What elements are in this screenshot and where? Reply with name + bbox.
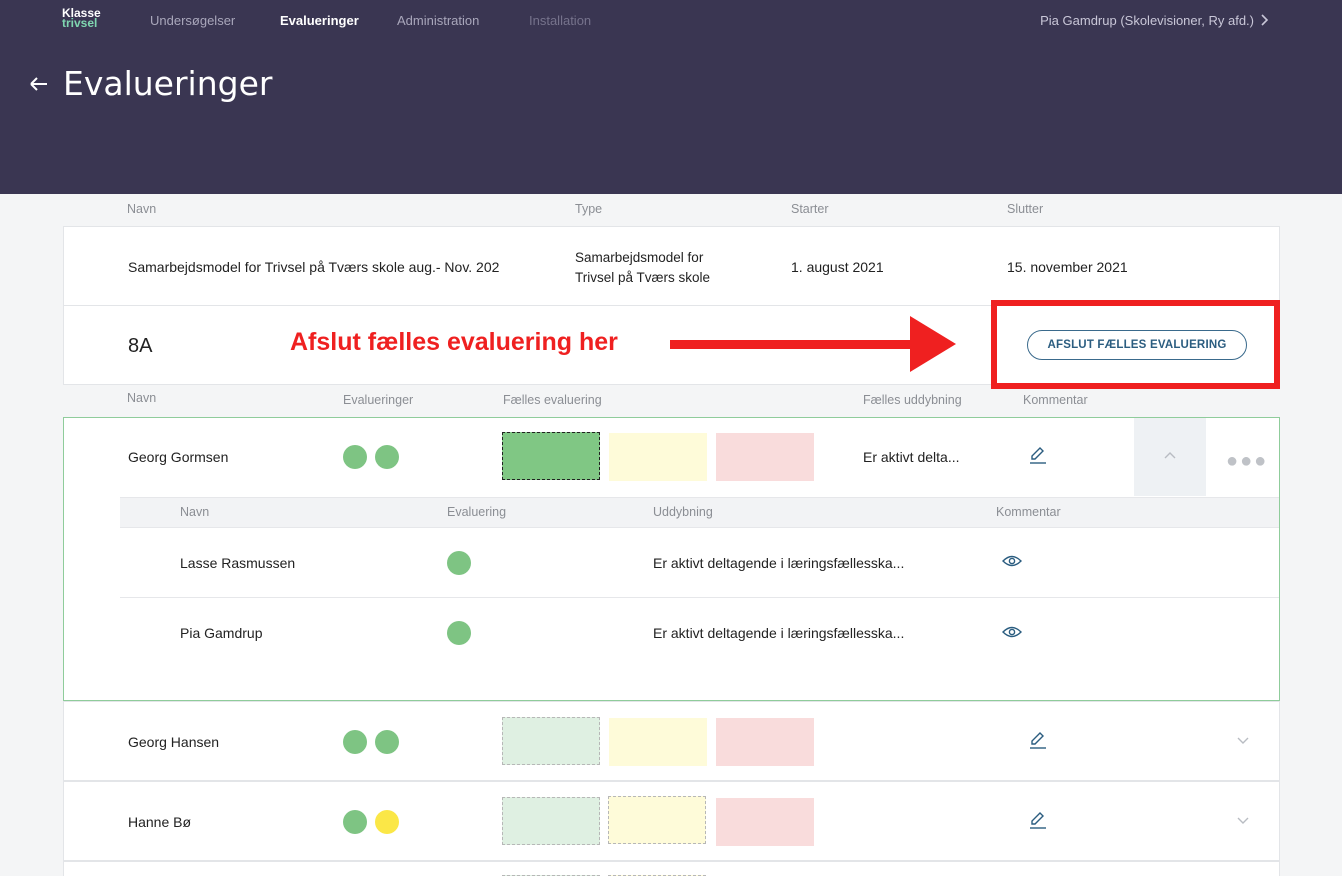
annotation-text: Afslut fælles evaluering her — [290, 328, 618, 356]
joint-elaboration-text: Er aktivt delta... — [863, 449, 960, 465]
student-row[interactable]: Hanne Bø — [63, 781, 1280, 861]
logo-line2: trivsel — [62, 16, 98, 30]
student-row[interactable] — [63, 861, 1280, 876]
evaluator-dot — [447, 551, 471, 575]
col-header-name: Navn — [127, 202, 157, 216]
eye-icon[interactable] — [1002, 553, 1022, 569]
evaluator-name: Pia Gamdrup — [180, 625, 263, 641]
sub-col-comment: Kommentar — [996, 505, 1061, 519]
evaluation-ends: 15. november 2021 — [1007, 259, 1128, 275]
edit-pencil-icon[interactable] — [1028, 445, 1048, 465]
joint-eval-red-option[interactable] — [716, 798, 814, 846]
chevron-down-icon[interactable] — [1236, 816, 1250, 826]
evaluation-dot — [343, 810, 367, 834]
evaluation-type-line1: Samarbejdsmodel for — [575, 250, 704, 265]
evaluator-name: Lasse Rasmussen — [180, 555, 296, 571]
joint-eval-yellow-option[interactable] — [608, 796, 706, 844]
page-title: Evalueringer — [63, 64, 273, 103]
nav-installation[interactable]: Installation — [529, 13, 591, 28]
evaluation-row[interactable]: Samarbejdsmodel for Trivsel på Tværs sko… — [63, 226, 1280, 306]
joint-eval-green-option[interactable] — [502, 432, 600, 480]
evaluation-dot — [343, 445, 367, 469]
user-menu[interactable]: Pia Gamdrup (Skolevisioner, Ry afd.) — [1040, 13, 1254, 28]
student-row[interactable]: Georg Hansen — [63, 701, 1280, 781]
col-header-type: Type — [575, 202, 603, 216]
nav-administration[interactable]: Administration — [397, 13, 479, 28]
col-header-ends: Slutter — [1007, 202, 1044, 216]
col-header-starts: Starter — [791, 202, 829, 216]
annotation-arrow-icon — [670, 316, 956, 372]
top-bar: Klasse trivsel Undersøgelser Evalueringe… — [0, 0, 1342, 194]
eye-icon[interactable] — [1002, 624, 1022, 640]
student-col-name: Navn — [127, 391, 157, 405]
back-arrow-icon[interactable] — [28, 72, 50, 96]
class-name: 8A — [128, 335, 153, 357]
joint-eval-yellow-option[interactable] — [609, 433, 707, 481]
sub-col-evaluation: Evaluering — [447, 505, 507, 519]
chevron-right-icon[interactable] — [1258, 10, 1272, 30]
more-options-icon[interactable]: ●●● — [1226, 450, 1268, 473]
joint-eval-green-option[interactable] — [502, 797, 600, 845]
evaluator-elaboration: Er aktivt deltagende i læringsfællesska.… — [653, 625, 905, 641]
student-name: Hanne Bø — [128, 814, 192, 830]
chevron-down-icon[interactable] — [1236, 736, 1250, 746]
edit-pencil-icon[interactable] — [1028, 730, 1048, 750]
edit-pencil-icon[interactable] — [1028, 810, 1048, 830]
evaluator-dot — [447, 621, 471, 645]
joint-eval-yellow-option[interactable] — [609, 718, 707, 766]
evaluation-type-line2: Trivsel på Tværs skole — [575, 270, 711, 285]
student-col-evaluations: Evalueringer — [343, 393, 414, 407]
student-col-joint-evaluation: Fælles evaluering — [503, 393, 602, 407]
joint-eval-red-option[interactable] — [716, 718, 814, 766]
evaluation-starts: 1. august 2021 — [791, 259, 884, 275]
evaluation-dot — [375, 810, 399, 834]
student-name: Georg Hansen — [128, 734, 220, 750]
row-divider — [120, 597, 1279, 598]
evaluation-dot — [375, 445, 399, 469]
nav-undersogelser[interactable]: Undersøgelser — [150, 13, 235, 28]
evaluation-dot — [343, 730, 367, 754]
student-name: Georg Gormsen — [128, 449, 229, 465]
evaluation-dot — [375, 730, 399, 754]
nav-evalueringer[interactable]: Evalueringer — [280, 13, 359, 28]
evaluation-name: Samarbejdsmodel for Trivsel på Tværs sko… — [128, 259, 500, 275]
joint-eval-green-option[interactable] — [502, 717, 600, 765]
evaluator-elaboration: Er aktivt deltagende i læringsfællesska.… — [653, 555, 905, 571]
evaluators-subheader: Navn Evaluering Uddybning Kommentar — [120, 497, 1279, 528]
student-col-comment: Kommentar — [1023, 393, 1088, 407]
sub-col-elaboration: Uddybning — [653, 505, 713, 519]
app-logo[interactable]: Klasse trivsel — [62, 7, 101, 30]
chevron-up-icon — [1163, 450, 1177, 460]
collapse-toggle[interactable] — [1134, 418, 1206, 496]
sub-col-name: Navn — [180, 505, 210, 519]
student-col-joint-elaboration: Fælles uddybning — [863, 393, 962, 407]
joint-eval-red-option[interactable] — [716, 433, 814, 481]
finish-joint-evaluation-button[interactable]: AFSLUT FÆLLES EVALUERING — [1027, 330, 1247, 360]
evaluation-type: Samarbejdsmodel for Trivsel på Tværs sko… — [575, 248, 710, 288]
